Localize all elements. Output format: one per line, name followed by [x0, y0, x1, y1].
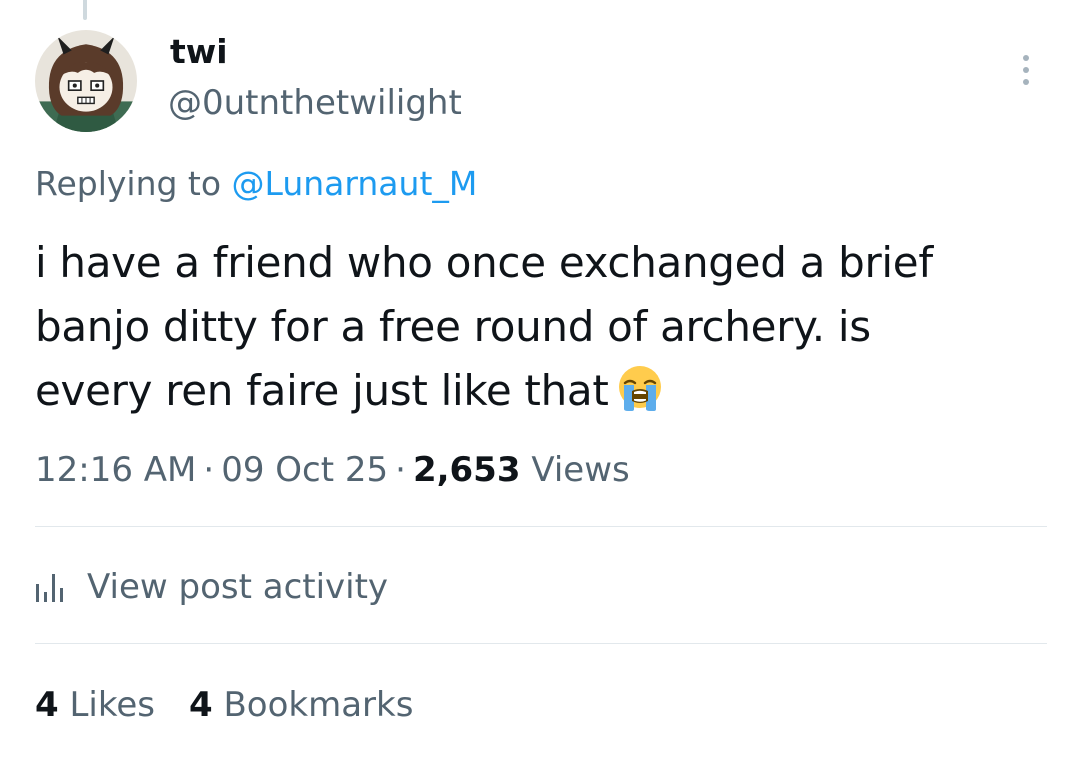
bar-chart-icon [35, 572, 67, 602]
tweet-text-line: i have a friend who once exchanged a bri… [35, 238, 933, 287]
divider [35, 526, 1047, 527]
tweet-date[interactable]: 09 Oct 25 [221, 450, 388, 490]
bookmarks-stat[interactable]: 4 Bookmarks [189, 685, 413, 725]
more-dot [1023, 79, 1029, 85]
tweet-text-line-last: every ren faire just like that [35, 359, 1045, 423]
meta-separator: · [395, 450, 406, 490]
tweet-stats: 4 Likes 4 Bookmarks [35, 681, 413, 729]
meta-separator: · [203, 450, 215, 490]
bookmarks-count: 4 [188, 685, 213, 725]
tweet-time[interactable]: 12:16 AM [35, 450, 196, 490]
tweet-detail: twi @0utnthetwilight Replying to @Lunarn… [0, 0, 1080, 759]
author-handle[interactable]: @0utnthetwilight [168, 81, 462, 125]
likes-stat[interactable]: 4 Likes [35, 685, 155, 725]
bookmarks-label: Bookmarks [223, 685, 414, 725]
tweet-text: i have a friend who once exchanged a bri… [35, 231, 1045, 423]
loudly-crying-face-icon [615, 363, 665, 413]
more-dot [1023, 55, 1029, 61]
replying-to-label: Replying to [35, 164, 222, 203]
tweet-text-line: every ren faire just like that [35, 366, 609, 415]
views-label: Views [531, 450, 630, 490]
views-count: 2,653 [412, 450, 521, 490]
likes-count: 4 [35, 685, 59, 725]
divider [35, 643, 1047, 644]
more-options-icon[interactable] [1006, 50, 1046, 90]
view-post-activity-label: View post activity [87, 567, 389, 607]
tweet-text-line: banjo ditty for a free round of archery.… [35, 302, 871, 351]
replying-to: Replying to @Lunarnaut_M [35, 162, 477, 206]
author-display-name[interactable]: twi [170, 30, 228, 74]
avatar[interactable] [35, 30, 137, 132]
thread-connector-line [83, 0, 87, 20]
avatar-image [35, 30, 137, 132]
tweet-meta: 12:16 AM · 09 Oct 25 · 2,653 Views [35, 446, 630, 494]
view-post-activity-button[interactable]: View post activity [35, 563, 388, 611]
more-dot [1023, 67, 1029, 73]
likes-label: Likes [69, 685, 155, 725]
reply-mention-link[interactable]: @Lunarnaut_M [232, 164, 478, 203]
